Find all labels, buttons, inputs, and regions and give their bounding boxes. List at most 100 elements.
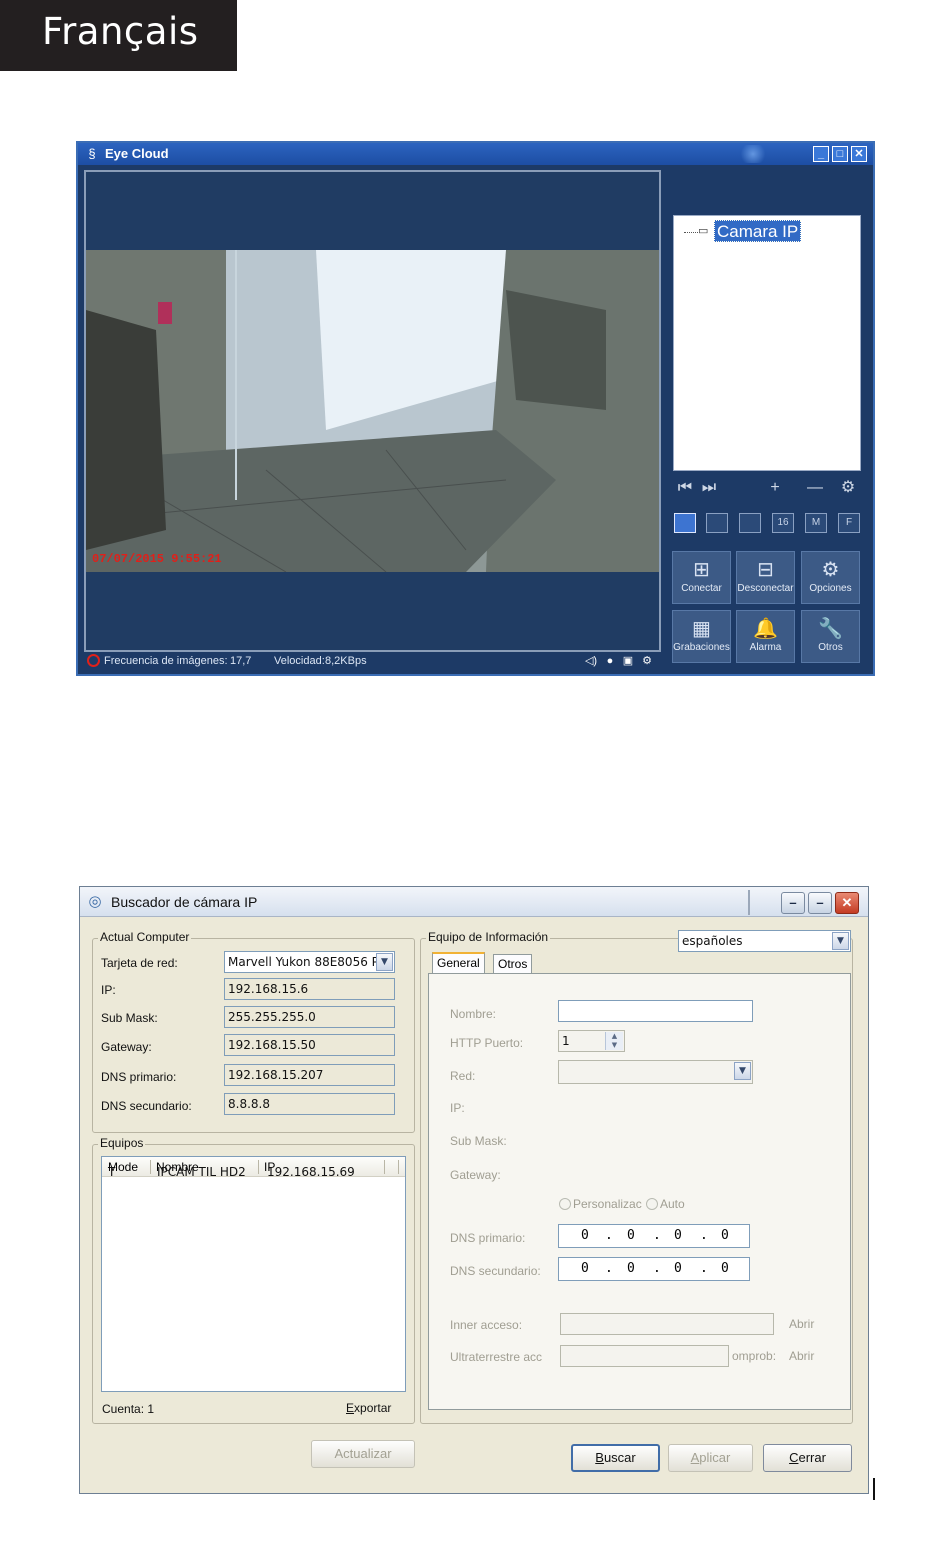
ip-field[interactable]: 192.168.15.6 (224, 978, 395, 1000)
eye-cloud-titlebar[interactable]: § Eye Cloud _ □ ✕ (78, 143, 873, 165)
device-count: Cuenta: 1 (102, 1402, 155, 1416)
ip-dot: . (653, 1228, 661, 1243)
layout-1-button[interactable] (674, 513, 696, 533)
tree-item-camara-ip[interactable]: Camara IP (714, 220, 802, 242)
ultra-access-open-link[interactable]: Abrir (789, 1349, 814, 1363)
finder-minimize-button[interactable]: – (781, 892, 805, 914)
connect-button[interactable]: ⊞ Conectar (672, 551, 731, 604)
column-divider[interactable] (398, 1160, 399, 1174)
radio-auto[interactable] (646, 1198, 658, 1210)
camera-scene-image (86, 250, 659, 572)
dns-primary-field[interactable]: 192.168.15.207 (224, 1064, 395, 1086)
options-icon: ⚙ (821, 559, 840, 581)
column-divider[interactable] (384, 1160, 385, 1174)
alarm-button[interactable]: 🔔 Alarma (736, 610, 795, 663)
ip-octet: 0 (721, 1261, 729, 1276)
layout-m-button[interactable]: M (805, 513, 827, 533)
http-port-stepper[interactable]: 1 ▲ ▼ (558, 1030, 625, 1052)
dns-secondary-ip-input[interactable]: 0 . 0 . 0 . 0 (558, 1257, 750, 1281)
ip-dot: . (700, 1261, 708, 1276)
dns-primary-ip-input[interactable]: 0 . 0 . 0 . 0 (558, 1224, 750, 1248)
spinner-icon[interactable]: ▲ ▼ (605, 1032, 623, 1050)
layout-9-button[interactable] (739, 513, 761, 533)
disconnect-label: Desconectar (737, 583, 794, 594)
camera-icon: ▭ (698, 225, 709, 237)
audio-icon[interactable]: ◁) (584, 654, 598, 668)
recordings-button[interactable]: ▦ Grabaciones (672, 610, 731, 663)
devices-list-header: Mode Nombre IP (102, 1157, 405, 1177)
snapshot-icon[interactable]: ▣ (621, 654, 635, 668)
ip-dot: . (653, 1261, 661, 1276)
finder-close-button[interactable]: ✕ (835, 892, 859, 914)
network-card-value: Marvell Yukon 88E8056 P (228, 955, 379, 969)
recording-status-icon (87, 654, 100, 667)
language-header: Français (0, 0, 237, 71)
minimize-button[interactable]: _ (813, 146, 829, 162)
column-divider[interactable] (150, 1160, 151, 1174)
device-settings-icon[interactable]: ⚙ (839, 479, 857, 497)
tab-general[interactable]: General (432, 952, 485, 974)
layout-16-button[interactable]: 16 (772, 513, 794, 533)
refresh-button[interactable]: Actualizar (311, 1440, 415, 1468)
ip-octet: 0 (581, 1228, 589, 1243)
connect-label: Conectar (681, 583, 722, 594)
layout-fullscreen-button[interactable]: F (838, 513, 860, 533)
add-device-icon[interactable]: + (766, 479, 784, 497)
record-icon[interactable]: ● (603, 654, 617, 668)
close-button[interactable]: ✕ (851, 146, 867, 162)
others-button[interactable]: 🔧 Otros (801, 610, 860, 663)
network-card-select[interactable]: Marvell Yukon 88E8056 P ▼ (224, 951, 395, 973)
device-tree[interactable]: ▭ Camara IP (673, 215, 861, 471)
row-ip: 192.168.15.69 (267, 1165, 355, 1179)
finder-titlebar[interactable]: ◎ Buscador de cámara IP – – ✕ (80, 887, 868, 917)
ip-dot: . (700, 1228, 708, 1243)
name-input[interactable] (558, 1000, 753, 1022)
language-select[interactable]: españoles ▼ (678, 930, 851, 952)
titlebar-separator (748, 890, 750, 915)
search-button[interactable]: Buscar (571, 1444, 660, 1472)
disconnect-button[interactable]: ⊟ Desconectar (736, 551, 795, 604)
ip-octet: 0 (674, 1261, 682, 1276)
gateway-label: Gateway: (101, 1040, 152, 1054)
network-select[interactable]: ▼ (558, 1060, 753, 1084)
radio-custom-label: Personalizac (573, 1197, 642, 1211)
chevron-down-icon[interactable]: ▼ (376, 953, 393, 971)
gateway-field[interactable]: 192.168.15.50 (224, 1034, 395, 1056)
maximize-button[interactable]: □ (832, 146, 848, 162)
column-divider[interactable] (258, 1160, 259, 1174)
speed-label: Velocidad: (274, 655, 325, 667)
next-icon[interactable]: ⏭ (700, 479, 718, 497)
http-port-value: 1 (562, 1034, 570, 1048)
info-gateway-label: Gateway: (450, 1168, 501, 1182)
ultra-access-label: Ultraterrestre acc (450, 1350, 543, 1364)
network-card-label: Tarjeta de red: (101, 956, 178, 970)
layout-4-button[interactable] (706, 513, 728, 533)
video-settings-icon[interactable]: ⚙ (640, 654, 654, 668)
ip-dot: . (605, 1261, 613, 1276)
submask-field[interactable]: 255.255.255.0 (224, 1006, 395, 1028)
recordings-icon: ▦ (692, 618, 711, 640)
dns-primary-label: DNS primario: (101, 1070, 177, 1084)
eye-cloud-title: Eye Cloud (105, 146, 169, 161)
radio-custom[interactable] (559, 1198, 571, 1210)
devices-list[interactable]: Mode Nombre IP T IPCAM TIL HD2 192.168.1… (101, 1156, 406, 1392)
chevron-down-icon[interactable]: ▼ (832, 932, 849, 950)
inner-access-label: Inner acceso: (450, 1318, 523, 1332)
finder-maximize-button[interactable]: – (808, 892, 832, 914)
camera-video-feed[interactable]: 07/07/2015 9:55:21 (86, 250, 659, 572)
tab-otros[interactable]: Otros (493, 954, 533, 974)
chevron-down-icon[interactable]: ▼ (734, 1062, 751, 1080)
info-dns-primary-label: DNS primario: (450, 1231, 526, 1245)
ip-dot: . (605, 1228, 613, 1243)
remove-device-icon[interactable]: — (806, 479, 824, 497)
close-dialog-button[interactable]: Cerrar (763, 1444, 852, 1472)
inner-access-open-link[interactable]: Abrir (789, 1317, 814, 1331)
previous-icon[interactable]: ⏮ (676, 479, 694, 497)
export-link[interactable]: Exportar (346, 1401, 391, 1415)
language-value: españoles (682, 934, 743, 948)
dns-secondary-field[interactable]: 8.8.8.8 (224, 1093, 395, 1115)
options-button[interactable]: ⚙ Opciones (801, 551, 860, 604)
check-link[interactable]: omprob: (732, 1349, 776, 1363)
video-panel[interactable]: 07/07/2015 9:55:21 (84, 170, 661, 652)
apply-button[interactable]: Aplicar (668, 1444, 753, 1472)
